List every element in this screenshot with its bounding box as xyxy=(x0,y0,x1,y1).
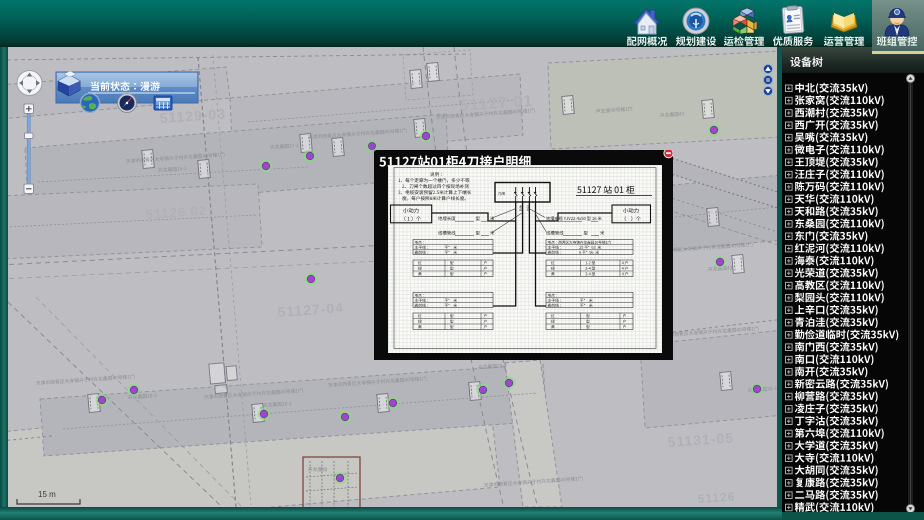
svg-text:51126: 51126 xyxy=(697,489,736,506)
svg-text:51127-04: 51127-04 xyxy=(277,299,344,320)
svg-text:15 m: 15 m xyxy=(38,490,56,499)
svg-text:51131-05: 51131-05 xyxy=(667,429,734,450)
